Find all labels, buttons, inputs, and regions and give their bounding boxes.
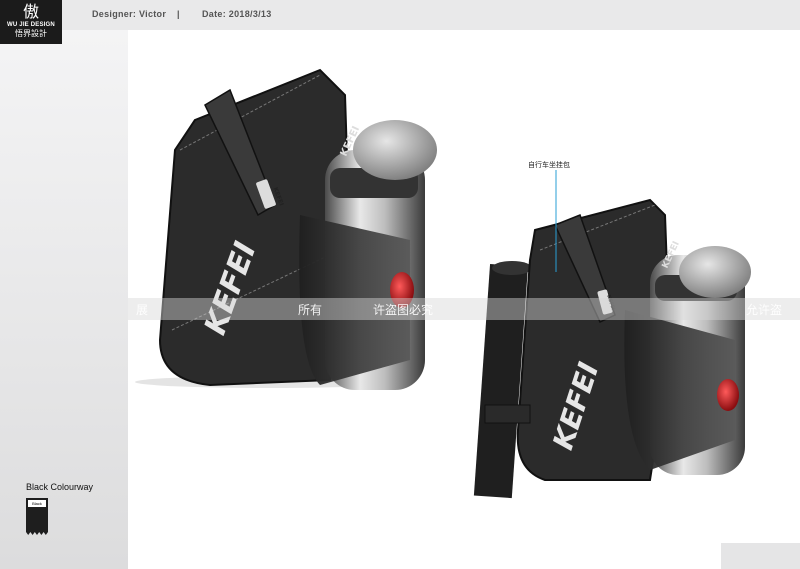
reflector-light: [717, 379, 739, 411]
logo-mark: 傲: [22, 2, 39, 21]
watermark-text: 许盗图必究: [373, 303, 434, 317]
watermark-text: 所有: [298, 303, 323, 317]
saddle-bag-mounted: [473, 198, 751, 499]
watermark-band: 展 所有 许盗图必究 允许盗: [128, 298, 800, 320]
watermark-text: 允许盗: [746, 303, 783, 317]
logo-english: WU JIE DESIGN: [7, 22, 55, 28]
watermark-text: 展: [136, 303, 149, 317]
logo-chinese: 悟界設計: [15, 29, 47, 38]
post-strap: [484, 404, 531, 424]
product-illustration: KEFEI KEFEI KEFEI KEFEI KEFEI KEFEI: [135, 68, 751, 499]
bottle-cap: [679, 246, 751, 298]
brand-logo: 傲 WU JIE DESIGN 悟界設計: [0, 0, 62, 44]
callout-label: 自行车坐挂包: [528, 161, 570, 169]
bottle-cap: [353, 120, 437, 180]
saddle-bag-left: [158, 68, 437, 390]
